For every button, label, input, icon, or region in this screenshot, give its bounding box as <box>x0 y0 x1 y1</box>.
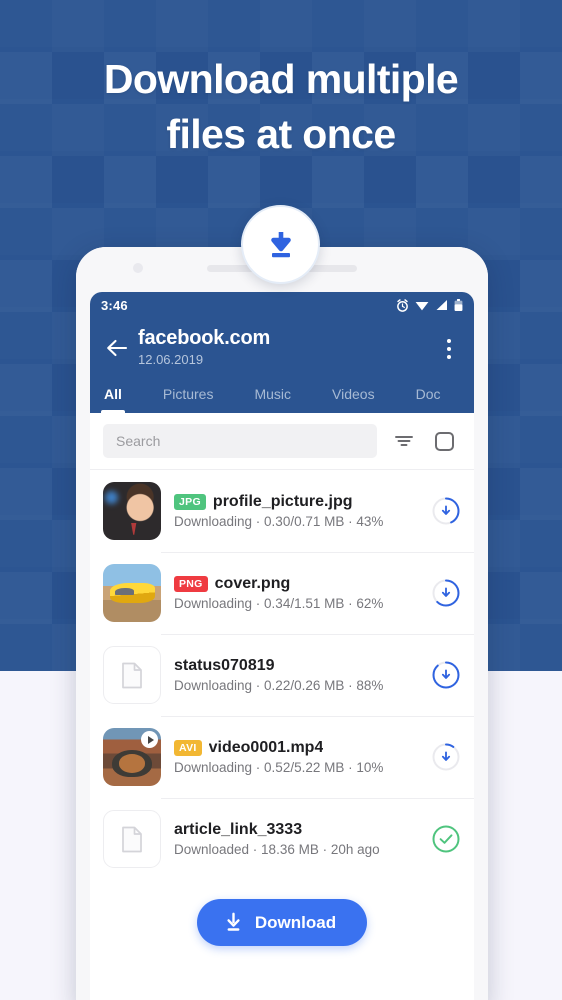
car-photo-thumb <box>103 564 161 622</box>
file-name-line: PNG cover.png <box>174 575 423 593</box>
tab-documents[interactable]: Doc <box>416 386 441 413</box>
search-input[interactable] <box>103 424 377 458</box>
download-arrow-icon <box>241 205 320 284</box>
file-status: Downloaded · 18.36 MB · 20h ago <box>174 842 380 857</box>
table-row[interactable]: PNG cover.png Downloading · 0.34/1.51 MB… <box>90 552 474 634</box>
table-row[interactable]: AVI video0001.mp4 Downloading · 0.52/5.2… <box>90 716 474 798</box>
play-icon <box>141 731 158 748</box>
battery-icon <box>454 298 463 311</box>
phone-camera <box>133 263 143 273</box>
file-name-line: JPG profile_picture.jpg <box>174 493 423 511</box>
tab-videos[interactable]: Videos <box>332 386 375 413</box>
file-name: article_link_3333 <box>174 821 303 838</box>
page-title: facebook.com <box>138 327 271 349</box>
page-subtitle-date: 12.06.2019 <box>138 352 204 367</box>
download-progress-icon[interactable] <box>431 742 461 772</box>
file-type-badge: JPG <box>174 494 206 510</box>
file-info: article_link_3333 Downloaded · 18.36 MB … <box>174 821 423 857</box>
file-status: Downloading · 0.30/0.71 MB · 43% <box>174 514 384 529</box>
app-bar-titles: facebook.com 12.06.2019 <box>138 326 436 367</box>
category-tabs: All Pictures Music Videos Doc <box>90 371 474 413</box>
promo-headline: Download multiple files at once <box>0 52 562 161</box>
tab-music[interactable]: Music <box>254 386 291 413</box>
wifi-icon <box>415 302 429 311</box>
download-action-bar: Download <box>90 880 474 946</box>
more-vertical-icon[interactable] <box>436 332 462 366</box>
table-row[interactable]: article_link_3333 Downloaded · 18.36 MB … <box>90 798 474 880</box>
generic-document-thumb <box>103 646 161 704</box>
table-row[interactable]: status070819 Downloading · 0.22/0.26 MB … <box>90 634 474 716</box>
download-progress-icon[interactable] <box>431 660 461 690</box>
file-name-line: article_link_3333 <box>174 821 423 839</box>
file-status: Downloading · 0.22/0.26 MB · 88% <box>174 678 384 693</box>
table-row[interactable]: JPG profile_picture.jpg Downloading · 0.… <box>90 470 474 552</box>
select-all-checkbox-icon[interactable] <box>427 424 461 458</box>
promo-screenshot: Download multiple files at once 3:46 fac… <box>0 0 562 1000</box>
android-status-bar: 3:46 <box>90 292 474 318</box>
download-button-label: Download <box>254 912 337 932</box>
phone-device-mockup: 3:46 facebook.com 12.06.2019 All Picture… <box>76 247 488 1000</box>
status-icons <box>396 298 463 312</box>
phone-screen: 3:46 facebook.com 12.06.2019 All Picture… <box>90 292 474 1000</box>
download-icon <box>227 912 240 931</box>
headline-line-2: files at once <box>166 110 396 157</box>
person-photo-thumb <box>103 482 161 540</box>
search-row <box>90 413 474 470</box>
app-bar: facebook.com 12.06.2019 <box>90 318 474 371</box>
file-type-badge: PNG <box>174 576 208 592</box>
file-name: video0001.mp4 <box>208 739 324 756</box>
file-info: status070819 Downloading · 0.22/0.26 MB … <box>174 657 423 693</box>
file-name: status070819 <box>174 657 275 674</box>
download-progress-icon[interactable] <box>431 578 461 608</box>
file-info: AVI video0001.mp4 Downloading · 0.52/5.2… <box>174 739 423 775</box>
file-info: PNG cover.png Downloading · 0.34/1.51 MB… <box>174 575 423 611</box>
signal-icon <box>436 300 447 310</box>
video-photo-thumb <box>103 728 161 786</box>
file-status: Downloading · 0.52/5.22 MB · 10% <box>174 760 384 775</box>
file-type-badge: AVI <box>174 740 202 756</box>
status-time: 3:46 <box>101 297 128 313</box>
file-name-line: AVI video0001.mp4 <box>174 739 423 757</box>
download-button[interactable]: Download <box>196 899 368 946</box>
tab-all[interactable]: All <box>101 386 125 413</box>
file-name: cover.png <box>214 575 291 592</box>
file-status: Downloading · 0.34/1.51 MB · 62% <box>174 596 384 611</box>
generic-document-thumb <box>103 810 161 868</box>
file-info: JPG profile_picture.jpg Downloading · 0.… <box>174 493 423 529</box>
file-name: profile_picture.jpg <box>212 493 353 510</box>
alarm-icon <box>397 298 408 312</box>
headline-line-1: Download multiple <box>103 56 459 102</box>
download-file-list: JPG profile_picture.jpg Downloading · 0.… <box>90 470 474 880</box>
file-name-line: status070819 <box>174 657 423 675</box>
sort-filter-icon[interactable] <box>387 424 421 458</box>
tab-pictures[interactable]: Pictures <box>163 386 214 413</box>
download-progress-icon[interactable] <box>431 496 461 526</box>
back-arrow-icon[interactable] <box>102 333 132 363</box>
check-circle-icon[interactable] <box>431 824 461 854</box>
